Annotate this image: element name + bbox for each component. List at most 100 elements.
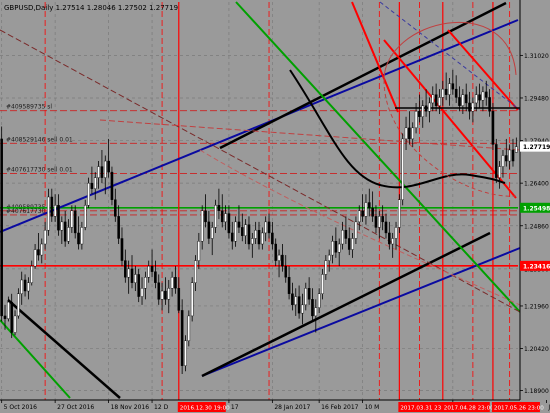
candle-body <box>451 83 455 90</box>
candle-body <box>17 293 20 317</box>
candle-body <box>83 205 87 228</box>
candle-body <box>347 238 351 250</box>
candle-body <box>294 296 298 306</box>
candle-body <box>180 310 184 366</box>
candle-body <box>271 232 274 245</box>
price-tick-label: 1.26400 <box>524 181 549 188</box>
time-tick-label: 17 <box>231 404 239 411</box>
candle-body <box>234 221 237 242</box>
order-line-label: #408529146 sell 0.01 <box>6 136 73 143</box>
candle-body <box>381 216 384 223</box>
candle-body <box>134 274 137 283</box>
candle-body <box>130 268 134 283</box>
candle-body <box>314 307 318 317</box>
order-line-label: #407617730 sell 0.01 <box>6 166 73 173</box>
candle-body <box>200 210 204 242</box>
candle-body <box>454 88 458 98</box>
candle-body <box>505 155 508 162</box>
candle-body <box>301 304 304 314</box>
candle-body <box>491 111 495 145</box>
candle-body <box>27 282 30 292</box>
plot-background <box>0 0 550 413</box>
candle-body <box>441 88 445 98</box>
candle-body <box>448 83 451 95</box>
candle-body <box>474 94 478 104</box>
candle-body <box>337 243 341 253</box>
candle-body <box>57 205 60 231</box>
candle-body <box>498 166 501 178</box>
price-tick-label: 1.31020 <box>524 53 549 60</box>
candle-body <box>311 299 314 317</box>
candle-body <box>371 207 374 217</box>
candle-body <box>43 229 47 245</box>
candle-body <box>100 166 104 178</box>
candle-body <box>120 238 124 261</box>
candle-body <box>287 276 291 294</box>
candle-body <box>478 94 481 101</box>
candle-body <box>124 260 127 278</box>
price-tick-label: 1.18900 <box>524 388 549 395</box>
candle-body <box>80 227 84 245</box>
candle-body <box>23 279 27 292</box>
candle-body <box>150 265 154 272</box>
candle-body <box>254 229 257 239</box>
candle-body <box>307 288 311 300</box>
candle-body <box>241 227 244 236</box>
time-tick-label: 5 Oct 2016 <box>4 404 37 411</box>
candle-body <box>494 144 498 178</box>
candle-body <box>304 288 308 306</box>
candle-body <box>224 213 227 223</box>
time-tick-label: 28 Jan 2017 <box>274 404 310 411</box>
candle-body <box>0 138 3 317</box>
candle-body <box>281 254 284 267</box>
candle-body <box>391 238 394 245</box>
candle-body <box>7 301 10 319</box>
candle-body <box>444 88 448 95</box>
gbpusd-daily-chart: #409589735 sl#408529146 sell 0.01#407617… <box>0 0 550 413</box>
candle-body <box>274 243 277 261</box>
candle-body <box>67 227 70 242</box>
candle-body <box>508 149 511 162</box>
candle-body <box>30 265 34 283</box>
candle-body <box>217 205 221 212</box>
candle-body <box>354 221 358 239</box>
price-tick-label: 1.29480 <box>524 95 549 102</box>
candle-body <box>331 241 334 256</box>
time-highlight-label: 2016.12.30 19:00 <box>180 406 230 412</box>
candle-body <box>317 293 321 308</box>
candle-body <box>77 232 80 245</box>
candle-body <box>33 249 37 267</box>
price-tick-label: 1.21960 <box>524 303 549 310</box>
candle-body <box>207 221 211 239</box>
candle-body <box>117 216 120 239</box>
candle-body <box>140 288 144 297</box>
candle-body <box>147 265 151 278</box>
candle-body <box>210 227 214 239</box>
candle-body <box>97 166 100 178</box>
candle-body <box>404 127 408 140</box>
candle-body <box>257 229 261 245</box>
candle-body <box>401 138 404 200</box>
price-label: 1.23416 <box>523 263 550 270</box>
candle-body <box>87 182 90 206</box>
candle-body <box>170 276 174 289</box>
candle-body <box>411 127 415 140</box>
time-tick-label: 16 Feb 2017 <box>321 404 359 411</box>
candle-body <box>471 102 475 112</box>
price-tick-label: 1.20420 <box>524 346 549 353</box>
time-highlight-label: 2017.04.28 23:00 <box>444 406 494 412</box>
candle-body <box>344 229 348 239</box>
candle-body <box>408 127 411 140</box>
candle-body <box>357 210 361 223</box>
candle-body <box>197 241 201 261</box>
candle-body <box>434 94 438 106</box>
candle-body <box>164 290 167 300</box>
candle-body <box>267 221 271 234</box>
candle-body <box>438 97 441 106</box>
candle-body <box>73 210 77 234</box>
candle-body <box>3 315 7 319</box>
candle-body <box>160 290 164 300</box>
price-axis-panel <box>520 0 550 400</box>
candle-body <box>458 97 461 106</box>
candle-body <box>461 94 465 106</box>
